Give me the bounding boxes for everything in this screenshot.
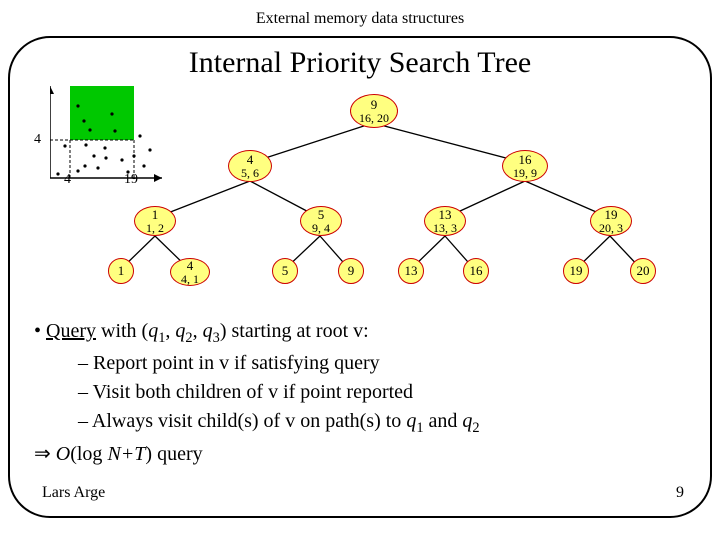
chart-ylabel: 4 <box>34 132 41 148</box>
bullet-list: • Query with (q1, q2, q3) starting at ro… <box>34 316 694 470</box>
tree-node-n5: 59, 4 <box>300 206 342 236</box>
tree-node-l20: 20 <box>630 258 656 284</box>
slide-title: Internal Priority Search Tree <box>10 46 710 80</box>
tree-node-root: 916, 20 <box>350 94 398 128</box>
tree-node-l19: 19 <box>563 258 589 284</box>
tree-diagram: 916, 2045, 61619, 911, 259, 41313, 31920… <box>50 88 690 298</box>
bullet-complexity: ⇒ O(log N+T) query <box>34 441 694 468</box>
tree-node-n16: 1619, 9 <box>502 150 548 182</box>
page-header: External memory data structures <box>0 0 720 32</box>
footer-page-number: 9 <box>676 484 684 502</box>
tree-node-n1: 11, 2 <box>134 206 176 236</box>
slide-frame: Internal Priority Search Tree 4 4 19 916… <box>8 36 712 518</box>
tree-node-l4: 44, 1 <box>170 258 210 286</box>
tree-node-l1: 1 <box>108 258 134 284</box>
footer-author: Lars Arge <box>42 484 105 502</box>
tree-node-n13: 1313, 3 <box>424 206 466 236</box>
tree-node-l13: 13 <box>398 258 424 284</box>
tree-node-l9: 9 <box>338 258 364 284</box>
tree-node-n4: 45, 6 <box>228 150 272 182</box>
bullet-visit-path: – Always visit child(s) of v on path(s) … <box>34 408 694 438</box>
tree-node-n19: 1920, 3 <box>590 206 632 236</box>
tree-node-l5: 5 <box>272 258 298 284</box>
bullet-query: • Query with (q1, q2, q3) starting at ro… <box>34 318 694 348</box>
bullet-report: – Report point in v if satisfying query <box>34 350 694 377</box>
tree-node-l16: 16 <box>463 258 489 284</box>
bullet-visit-both: – Visit both children of v if point repo… <box>34 379 694 406</box>
